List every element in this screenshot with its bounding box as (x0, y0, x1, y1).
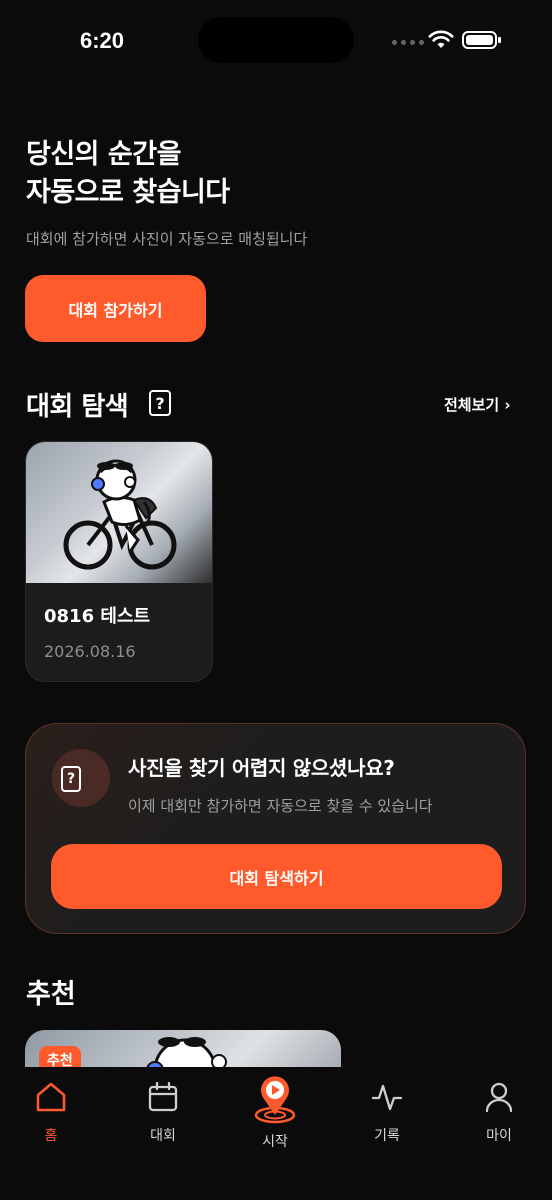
status-time: 6:20 (80, 28, 125, 53)
hero-title-line1: 당신의 순간을 (26, 139, 181, 170)
tab-competitions-label: 대회 (150, 1128, 176, 1144)
hero-title-line2: 자동으로 찾습니다 (26, 177, 230, 208)
explore-section-title: 대회 탐색 (26, 392, 129, 422)
tab-records-label: 기록 (374, 1128, 400, 1144)
help-icon[interactable]: ? (149, 390, 171, 416)
start-play-icon (254, 1076, 296, 1124)
explore-competitions-button[interactable]: 대회 탐색하기 (51, 844, 502, 909)
cyclist-illustration-icon (63, 459, 177, 570)
wifi-icon (428, 30, 454, 48)
battery-icon (462, 31, 501, 49)
competition-card[interactable]: 0816 테스트 2026.08.16 (25, 441, 213, 682)
signal-dots-icon (392, 40, 424, 45)
tab-competitions[interactable]: 대회 (108, 1067, 218, 1157)
recommend-section-title: 추천 (26, 979, 76, 1010)
hero-subtitle: 대회에 참가하면 사진이 자동으로 매칭됩니다 (26, 230, 308, 248)
tab-home-label: 홈 (44, 1128, 58, 1144)
calendar-icon (148, 1081, 178, 1112)
competition-thumbnail (26, 442, 212, 583)
tab-records[interactable]: 기록 (332, 1067, 442, 1157)
help-card-description: 이제 대회만 참가하면 자동으로 찾을 수 있습니다 (128, 797, 433, 815)
tab-start[interactable]: 시작 (220, 1067, 330, 1157)
see-all-link[interactable]: 전체보기 › (444, 394, 511, 415)
join-competition-button[interactable]: 대회 참가하기 (25, 275, 206, 342)
dynamic-island (198, 17, 354, 63)
activity-icon (371, 1084, 403, 1111)
tab-my-label: 마이 (486, 1128, 512, 1144)
help-card-title: 사진을 찾기 어렵지 않으셨나요? (128, 756, 395, 780)
tab-start-label: 시작 (262, 1134, 288, 1150)
tab-home[interactable]: 홈 (0, 1067, 106, 1157)
competition-date: 2026.08.16 (44, 642, 136, 661)
user-icon (485, 1082, 513, 1113)
question-icon: ? (61, 766, 81, 792)
home-icon (36, 1082, 66, 1112)
tab-my[interactable]: 마이 (444, 1067, 552, 1157)
home-indicator (183, 1180, 369, 1186)
hero-title: 당신의 순간을 자동으로 찾습니다 (26, 136, 230, 212)
find-photo-help-card: ? 사진을 찾기 어렵지 않으셨나요? 이제 대회만 참가하면 자동으로 찾을 … (25, 723, 526, 934)
competition-name: 0816 테스트 (44, 606, 151, 627)
